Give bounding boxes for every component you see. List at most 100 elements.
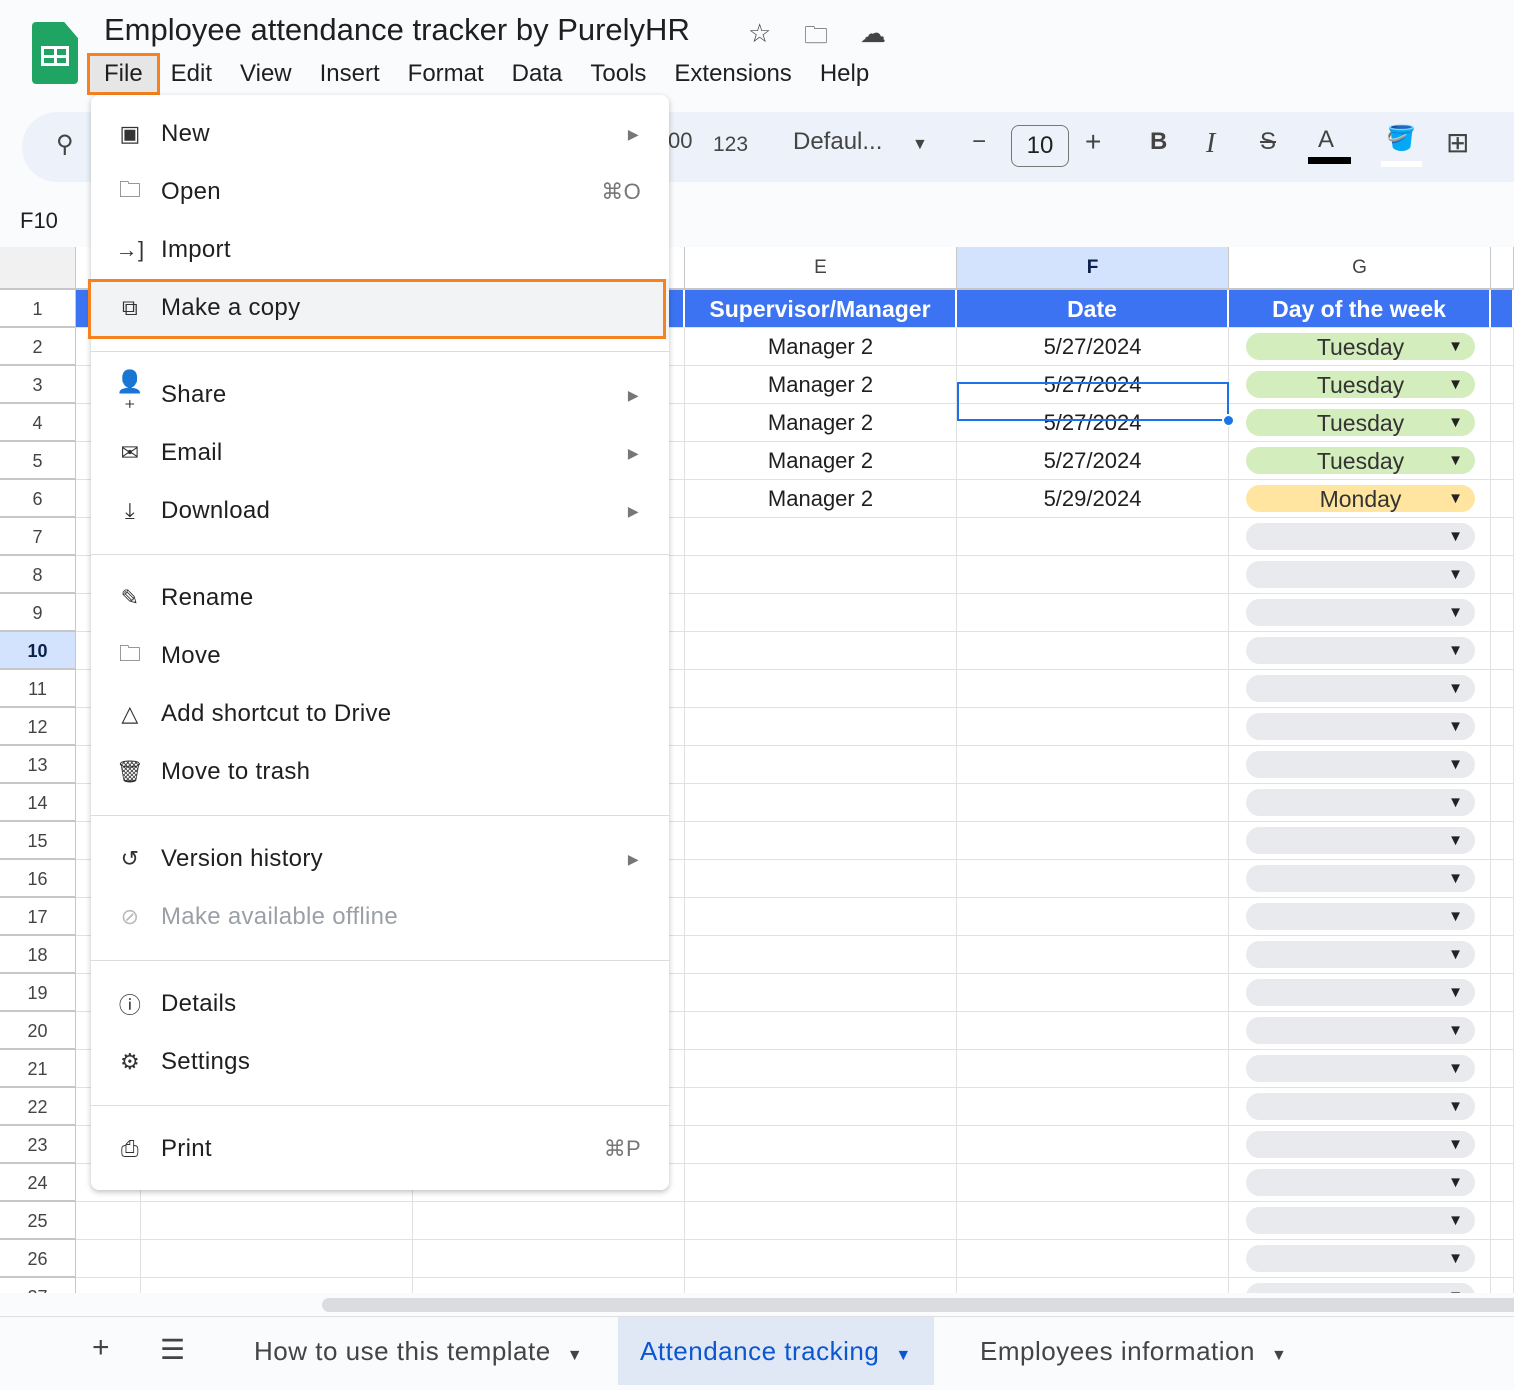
day-dropdown-chip[interactable]: ▼: [1246, 903, 1475, 930]
row-header-4[interactable]: 4: [0, 404, 76, 442]
cell[interactable]: [1491, 1088, 1514, 1126]
row-header-26[interactable]: 26: [0, 1240, 76, 1278]
cell[interactable]: [957, 784, 1229, 822]
cell[interactable]: [685, 1126, 957, 1164]
cell[interactable]: [685, 708, 957, 746]
row-header-2[interactable]: 2: [0, 328, 76, 366]
cell[interactable]: Manager 2: [685, 328, 957, 366]
cell[interactable]: ▼: [1229, 1088, 1491, 1126]
cell[interactable]: [1491, 1164, 1514, 1202]
strikethrough-button[interactable]: S: [1260, 128, 1276, 156]
cell[interactable]: ▼: [1229, 936, 1491, 974]
day-dropdown-chip[interactable]: ▼: [1246, 789, 1475, 816]
day-dropdown-chip[interactable]: ▼: [1246, 1055, 1475, 1082]
day-dropdown-chip[interactable]: ▼: [1246, 1017, 1475, 1044]
column-header[interactable]: [1491, 247, 1514, 290]
cell[interactable]: [957, 936, 1229, 974]
cell[interactable]: ▼: [1229, 1240, 1491, 1278]
cell[interactable]: [957, 670, 1229, 708]
day-dropdown-chip[interactable]: Tuesday ▼: [1246, 333, 1475, 360]
row-header-16[interactable]: 16: [0, 860, 76, 898]
menu-item-print[interactable]: ⎙ Print ⌘P: [91, 1120, 669, 1178]
row-header-12[interactable]: 12: [0, 708, 76, 746]
cell[interactable]: [957, 746, 1229, 784]
cell[interactable]: Monday ▼: [1229, 480, 1491, 518]
cell[interactable]: [957, 898, 1229, 936]
cell[interactable]: [685, 822, 957, 860]
cell[interactable]: [957, 1164, 1229, 1202]
row-header-11[interactable]: 11: [0, 670, 76, 708]
font-select[interactable]: Defaul...: [793, 128, 882, 156]
day-dropdown-chip[interactable]: ▼: [1246, 1169, 1475, 1196]
menu-item-version-history[interactable]: ↺ Version history ▶: [91, 830, 669, 888]
fill-handle[interactable]: [1222, 414, 1235, 427]
row-header-17[interactable]: 17: [0, 898, 76, 936]
menu-format[interactable]: Format: [394, 56, 498, 92]
cell[interactable]: [413, 1240, 685, 1278]
day-dropdown-chip[interactable]: ▼: [1246, 637, 1475, 664]
cell[interactable]: [1491, 860, 1514, 898]
menu-item-move-to-trash[interactable]: 🗑 Move to trash: [91, 743, 669, 801]
cell[interactable]: [141, 1240, 413, 1278]
menu-file[interactable]: File: [87, 53, 160, 95]
cell[interactable]: [957, 708, 1229, 746]
increase-font-button[interactable]: +: [1085, 126, 1101, 158]
cell[interactable]: [685, 936, 957, 974]
row-header-9[interactable]: 9: [0, 594, 76, 632]
day-dropdown-chip[interactable]: ▼: [1246, 1283, 1475, 1293]
cell[interactable]: [685, 784, 957, 822]
cell[interactable]: [685, 860, 957, 898]
cell[interactable]: [685, 556, 957, 594]
row-header-14[interactable]: 14: [0, 784, 76, 822]
row-header-7[interactable]: 7: [0, 518, 76, 556]
cell[interactable]: ▼: [1229, 860, 1491, 898]
cell[interactable]: ▼: [1229, 1164, 1491, 1202]
cell[interactable]: ▼: [1229, 1050, 1491, 1088]
header-cell[interactable]: Day of the week: [1229, 290, 1491, 328]
cell[interactable]: [76, 1240, 141, 1278]
day-dropdown-chip[interactable]: ▼: [1246, 599, 1475, 626]
cell[interactable]: [957, 1202, 1229, 1240]
day-dropdown-chip[interactable]: ▼: [1246, 941, 1475, 968]
row-header-18[interactable]: 18: [0, 936, 76, 974]
cell[interactable]: [685, 974, 957, 1012]
day-dropdown-chip[interactable]: ▼: [1246, 561, 1475, 588]
menu-data[interactable]: Data: [498, 56, 577, 92]
cell[interactable]: ▼: [1229, 518, 1491, 556]
cell[interactable]: [685, 1202, 957, 1240]
day-dropdown-chip[interactable]: ▼: [1246, 827, 1475, 854]
cell[interactable]: [685, 594, 957, 632]
cell[interactable]: [1491, 290, 1514, 328]
row-header-5[interactable]: 5: [0, 442, 76, 480]
menu-item-new[interactable]: ▣ New ▶: [91, 105, 669, 163]
cell[interactable]: [1491, 974, 1514, 1012]
day-dropdown-chip[interactable]: Monday ▼: [1246, 485, 1475, 512]
select-all-corner[interactable]: [0, 247, 76, 290]
cell[interactable]: 5/29/2024: [957, 480, 1229, 518]
cell[interactable]: [685, 1278, 957, 1293]
cell[interactable]: [1491, 746, 1514, 784]
horizontal-scrollbar[interactable]: [322, 1298, 1514, 1312]
name-box[interactable]: F10: [20, 208, 58, 234]
cell[interactable]: [1491, 1050, 1514, 1088]
cell[interactable]: [1491, 632, 1514, 670]
menu-edit[interactable]: Edit: [157, 56, 226, 92]
menu-item-add-shortcut-to-drive[interactable]: △ Add shortcut to Drive: [91, 685, 669, 743]
cell[interactable]: [957, 1088, 1229, 1126]
cell[interactable]: Manager 2: [685, 480, 957, 518]
cell[interactable]: 5/27/2024: [957, 328, 1229, 366]
day-dropdown-chip[interactable]: ▼: [1246, 713, 1475, 740]
cell[interactable]: [1491, 822, 1514, 860]
menu-insert[interactable]: Insert: [306, 56, 394, 92]
borders-icon[interactable]: ⊞: [1446, 126, 1469, 159]
selected-cell-F10[interactable]: [957, 382, 1229, 421]
cell[interactable]: Tuesday ▼: [1229, 328, 1491, 366]
day-dropdown-chip[interactable]: ▼: [1246, 751, 1475, 778]
menu-item-settings[interactable]: ⚙ Settings: [91, 1033, 669, 1091]
move-to-folder-icon[interactable]: 🗀: [804, 18, 828, 59]
bold-button[interactable]: B: [1150, 128, 1167, 156]
cell[interactable]: [1491, 784, 1514, 822]
cell[interactable]: ▼: [1229, 974, 1491, 1012]
cell[interactable]: Tuesday ▼: [1229, 366, 1491, 404]
day-dropdown-chip[interactable]: ▼: [1246, 675, 1475, 702]
